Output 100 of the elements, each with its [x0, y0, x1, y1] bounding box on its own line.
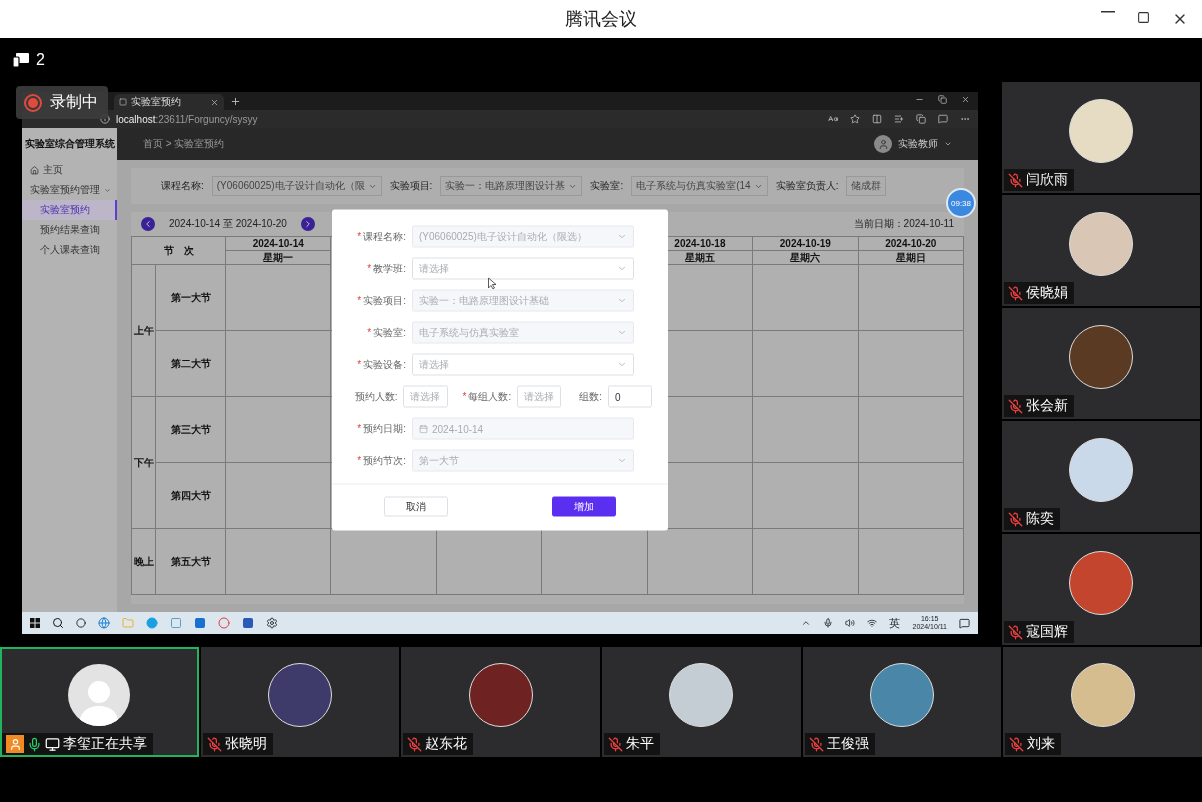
period-cell: 第三大节 [156, 397, 226, 463]
field-label: * 教学班: [366, 261, 407, 276]
column-header: 节 次 [132, 237, 226, 265]
filter-label: 实验室负责人: [775, 179, 839, 193]
maximize-icon [1137, 11, 1150, 24]
star-icon[interactable] [850, 114, 860, 124]
chat-icon[interactable] [938, 114, 948, 124]
browser-tab[interactable]: 实验室预约 [114, 94, 224, 110]
notification-icon[interactable] [959, 617, 970, 629]
participant-name: 闫欣雨 [1026, 171, 1068, 189]
date-header: 2024-10-14 [226, 237, 332, 251]
circle-icon[interactable] [76, 618, 86, 628]
minimize-icon [1101, 11, 1115, 13]
field-label: * 实验项目: [356, 293, 407, 308]
participant-name: 张晓明 [224, 735, 267, 753]
search-icon[interactable] [52, 617, 64, 629]
nav-item[interactable]: 预约结果查询 [22, 220, 117, 240]
participant-name: 赵东花 [425, 735, 468, 753]
field-label: * 每组人数: [461, 389, 513, 404]
new-tab-icon[interactable] [230, 95, 241, 107]
participant-name: 刘来 [1027, 735, 1056, 753]
section-cell: 上午 [132, 265, 156, 397]
weekday-header: 星期一 [226, 251, 332, 265]
record-icon [24, 93, 42, 112]
period-cell: 第二大节 [156, 331, 226, 397]
input-method-indicator[interactable]: 英 [889, 615, 901, 631]
timer-badge: 09:38 [946, 188, 976, 218]
home-icon [30, 165, 39, 175]
calendar-icon [419, 424, 428, 433]
restore-icon[interactable] [938, 95, 947, 104]
field-label: * 课程名称: [356, 229, 407, 244]
globe-icon[interactable] [98, 617, 110, 629]
participant-name: 寇国辉 [1026, 623, 1068, 641]
info-icon [100, 114, 110, 124]
field-label: * 实验设备: [356, 357, 407, 372]
page-icon [119, 98, 127, 106]
address-field[interactable]: localhost:23611/Forguncy/sysyy [116, 113, 258, 125]
wifi-icon[interactable] [867, 618, 878, 628]
read-aloud-icon[interactable] [828, 114, 838, 124]
nav-item[interactable]: 主页 [22, 160, 117, 180]
nav-item[interactable]: 实验室预约管理 [22, 180, 117, 200]
period-cell: 第一大节 [156, 265, 226, 331]
date-header: 2024-10-19 [753, 237, 859, 251]
participant-count: 2 [36, 51, 45, 69]
weekday-header: 星期日 [858, 251, 964, 265]
section-cell: 晚上 [132, 529, 156, 595]
participant-name: 王俊强 [826, 735, 869, 753]
select-field[interactable]: 请选择 [412, 353, 634, 376]
field-label: * 实验室: [366, 325, 407, 340]
section-cell: 下午 [132, 397, 156, 529]
app-title: 实验室综合管理系统 [23, 137, 116, 151]
period-cell: 第四大节 [156, 463, 226, 529]
current-date: 当前日期：2024-10-11 [853, 217, 954, 231]
participant-name: 陈奕 [1026, 510, 1054, 528]
next-week-button[interactable] [300, 217, 315, 231]
participant-name: 李玺正在共享 [63, 735, 147, 753]
chevron-up-icon[interactable] [801, 618, 812, 628]
chevron-left-icon [143, 219, 153, 229]
breadcrumb: 首页 > 实验室预约 [143, 137, 225, 151]
caret-icon [944, 140, 952, 148]
favorites-icon[interactable] [894, 114, 904, 124]
nav-item[interactable]: 个人课表查询 [22, 240, 117, 260]
speaker-icon[interactable] [845, 618, 856, 628]
field-label: 预约人数: [353, 389, 399, 404]
cursor-icon [488, 277, 496, 290]
weekday-header: 星期六 [753, 251, 859, 265]
input-field[interactable]: 请选择 [517, 385, 562, 408]
app-icon[interactable] [194, 617, 206, 629]
date-header: 2024-10-20 [858, 237, 964, 251]
field-label: * 预约节次: [356, 453, 407, 468]
filter-label: 课程名称: [161, 179, 204, 193]
screen-share-icon [45, 736, 60, 752]
add-button[interactable]: 增加 [552, 496, 616, 517]
participant-name: 张会新 [1026, 397, 1068, 415]
previous-week-button[interactable] [141, 217, 155, 231]
mic-icon[interactable] [823, 618, 834, 628]
filter-label: 实验室: [590, 179, 624, 193]
settings-icon[interactable] [266, 617, 278, 629]
select-field[interactable]: 请选择 [412, 257, 634, 280]
select-field[interactable]: 电子系统与仿真实验室(14 [631, 176, 768, 196]
select-field[interactable]: (Y06060025)电子设计自动化（限 [211, 176, 382, 196]
participant-name: 朱平 [626, 735, 654, 753]
field-label: 组数: [578, 389, 603, 404]
split-view-icon[interactable] [872, 114, 882, 124]
close-icon[interactable] [210, 97, 219, 107]
text-field[interactable]: 储成群 [846, 176, 887, 196]
participant-name: 侯晓娟 [1026, 284, 1068, 302]
cancel-button[interactable]: 取消 [384, 496, 448, 517]
field-label: * 预约日期: [356, 421, 407, 436]
nav-item[interactable]: 实验室预约 [22, 200, 117, 220]
period-cell: 第五大节 [156, 529, 226, 595]
close-icon[interactable] [961, 95, 970, 104]
input-field[interactable]: 0 [607, 385, 652, 408]
collections-icon[interactable] [916, 114, 926, 124]
windows-start-icon[interactable] [30, 618, 40, 628]
input-field[interactable]: 请选择 [403, 385, 448, 408]
window-title: 腾讯会议 [565, 8, 637, 31]
user-menu[interactable]: 实验教师 [898, 137, 938, 151]
devices-icon[interactable] [12, 52, 30, 68]
week-range: 2024-10-14 至 2024-10-20 [169, 217, 287, 231]
